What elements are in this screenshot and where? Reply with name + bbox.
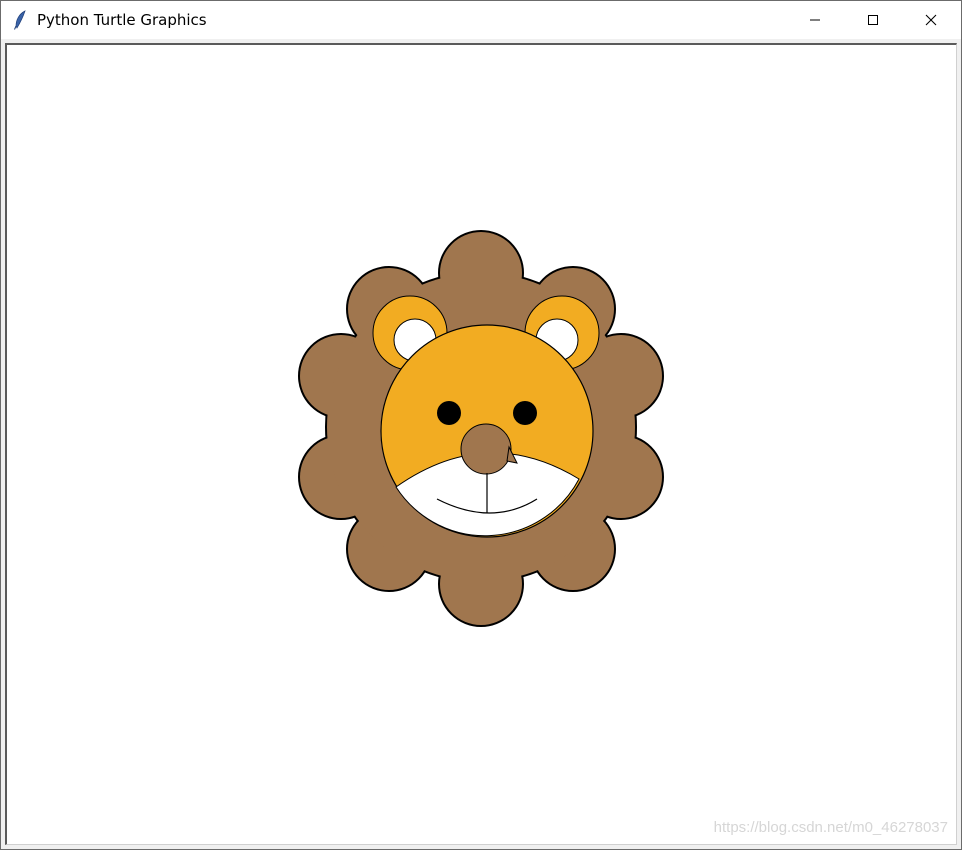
- watermark: https://blog.csdn.net/m0_46278037: [713, 819, 948, 836]
- maximize-button[interactable]: [844, 1, 902, 39]
- right-eye: [513, 401, 537, 425]
- lion-drawing: [298, 230, 664, 627]
- feather-icon: [14, 10, 26, 30]
- window-title: Python Turtle Graphics: [37, 11, 207, 29]
- close-button[interactable]: [902, 1, 960, 39]
- turtle-window: Python Turtle Graphics https://blog.csdn…: [0, 0, 962, 850]
- left-eye: [437, 401, 461, 425]
- title-bar[interactable]: Python Turtle Graphics: [1, 1, 961, 39]
- minimize-icon: [810, 19, 820, 21]
- turtle-canvas[interactable]: https://blog.csdn.net/m0_46278037: [5, 43, 957, 845]
- minimize-button[interactable]: [786, 1, 844, 39]
- maximize-icon: [868, 15, 878, 25]
- close-icon: [925, 14, 937, 26]
